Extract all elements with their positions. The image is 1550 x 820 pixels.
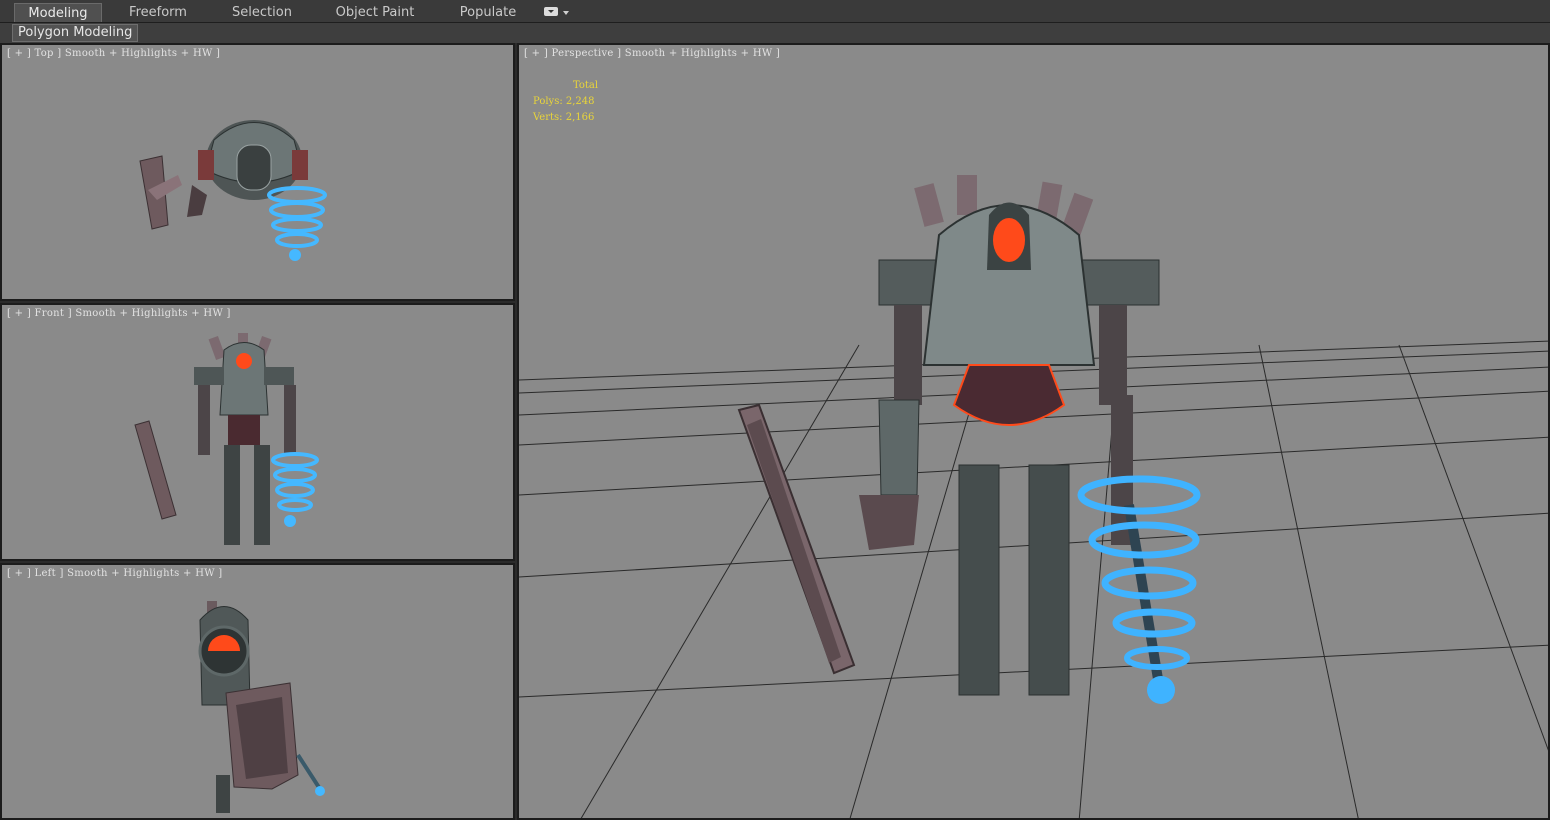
viewport-perspective[interactable]: [ + ] Perspective ] Smooth + Highlights … [517,43,1550,820]
tab-object-paint[interactable]: Object Paint [330,3,420,22]
viewport-front[interactable]: [ + ] Front ] Smooth + Highlights + HW ] [0,303,515,561]
viewport-top[interactable]: [ + ] Top ] Smooth + Highlights + HW ] [0,43,515,301]
tab-populate[interactable]: Populate [450,3,526,22]
tab-freeform[interactable]: Freeform [118,3,198,22]
perspective-grid-and-robot [519,175,1548,818]
ribbon-options-icon[interactable] [544,7,558,16]
front-view-robot-model [134,333,319,545]
ribbon-tab-bar: Modeling Freeform Selection Object Paint… [0,0,1550,22]
left-view-robot-model [198,601,325,813]
ribbon-panel-bar: Polygon Modeling [0,22,1550,43]
top-view-robot-model [139,120,327,261]
tab-modeling[interactable]: Modeling [14,3,102,22]
chevron-down-icon[interactable] [563,11,569,15]
viewport-left[interactable]: [ + ] Left ] Smooth + Highlights + HW ] [0,563,515,820]
tab-selection[interactable]: Selection [222,3,302,22]
polygon-modeling-button[interactable]: Polygon Modeling [12,24,139,42]
